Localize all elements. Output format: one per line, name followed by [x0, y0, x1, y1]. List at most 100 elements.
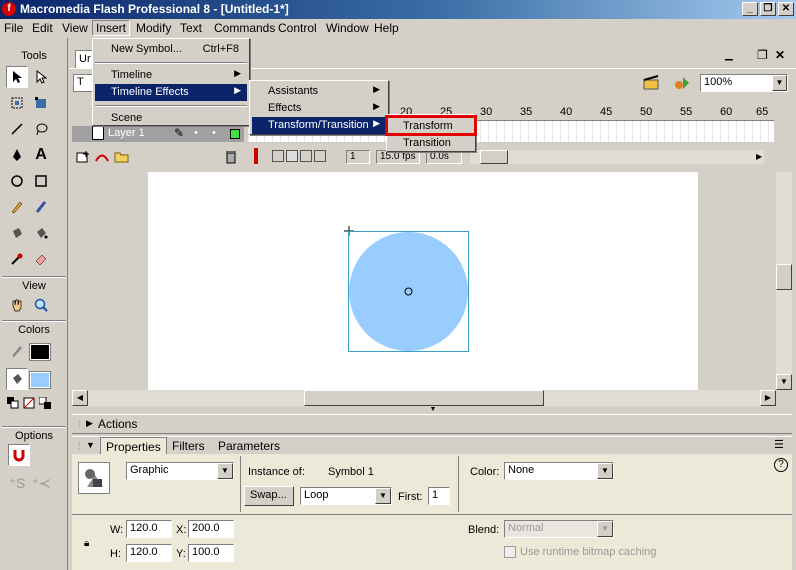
ink-bottle-tool-icon[interactable]: [6, 222, 28, 244]
lasso-tool-icon[interactable]: [30, 118, 52, 140]
collapse-arrow-icon[interactable]: ▼: [86, 440, 95, 450]
edit-multiple-frames-icon[interactable]: [314, 150, 326, 162]
fill-color-swatch[interactable]: [29, 371, 51, 389]
menu-item-effects[interactable]: Effects ▶: [252, 100, 386, 117]
center-frame-icon[interactable]: [272, 150, 284, 162]
add-motion-guide-icon[interactable]: [94, 150, 110, 164]
cache-checkbox[interactable]: [504, 546, 516, 558]
eraser-tool-icon[interactable]: [30, 248, 52, 270]
snap-to-objects-icon[interactable]: [8, 444, 30, 466]
smooth-icon[interactable]: ⁺S: [6, 472, 28, 494]
selected-symbol-instance[interactable]: [340, 224, 476, 358]
dropdown-arrow-icon[interactable]: ▼: [597, 521, 613, 537]
x-field[interactable]: 200.0: [188, 520, 234, 538]
add-layer-icon[interactable]: [76, 150, 90, 164]
stage-vscroll[interactable]: ▼: [776, 172, 792, 390]
line-tool-icon[interactable]: [6, 118, 28, 140]
menu-modify[interactable]: Modify: [136, 21, 171, 35]
frame-rate[interactable]: 15.0 fps: [376, 150, 420, 164]
menu-item-scene[interactable]: Scene: [95, 110, 247, 127]
actions-title[interactable]: Actions: [98, 417, 137, 431]
tab-parameters[interactable]: Parameters: [218, 439, 280, 453]
menu-edit[interactable]: Edit: [32, 21, 53, 35]
dropdown-arrow-icon[interactable]: ▼: [375, 488, 391, 504]
color-effect-select[interactable]: None ▼: [504, 462, 614, 480]
delete-layer-icon[interactable]: [224, 150, 238, 164]
flash-app-icon[interactable]: f: [2, 2, 16, 16]
doc-minimize-button[interactable]: ▁: [725, 50, 733, 61]
visibility-dot[interactable]: •: [194, 127, 198, 139]
stroke-color-swatch[interactable]: [29, 343, 51, 361]
menu-item-new-symbol[interactable]: New Symbol... Ctrl+F8: [95, 41, 247, 58]
menu-text[interactable]: Text: [180, 21, 202, 35]
menu-file[interactable]: File: [4, 21, 23, 35]
restore-button[interactable]: ❐: [760, 2, 776, 16]
stage-hscroll[interactable]: ◀ ▶: [72, 390, 776, 406]
menu-view[interactable]: View: [62, 21, 88, 35]
menu-item-timeline[interactable]: Timeline ▶: [95, 67, 247, 84]
playhead-marker[interactable]: [254, 148, 258, 164]
scroll-left-arrow-icon[interactable]: ◀: [72, 390, 88, 406]
tab-filters[interactable]: Filters: [172, 439, 205, 453]
oval-tool-icon[interactable]: [6, 170, 28, 192]
edit-symbols-icon[interactable]: [673, 75, 693, 91]
symbol-behavior-select[interactable]: Graphic ▼: [126, 462, 234, 480]
menu-help[interactable]: Help: [374, 21, 399, 35]
scroll-right-arrow-icon[interactable]: ▶: [760, 390, 776, 406]
scroll-right-arrow-icon[interactable]: ▶: [756, 152, 762, 161]
eyedropper-tool-icon[interactable]: [6, 248, 28, 270]
text-tool-icon[interactable]: A: [30, 144, 52, 166]
menu-control[interactable]: Control: [278, 21, 317, 35]
doc-restore-button[interactable]: ❐: [757, 48, 768, 62]
width-field[interactable]: 120.0: [126, 520, 172, 538]
subselection-tool-icon[interactable]: [30, 66, 52, 88]
straighten-icon[interactable]: ⁺≺: [30, 472, 52, 494]
scroll-down-arrow-icon[interactable]: ▼: [776, 374, 792, 390]
menu-item-assistants[interactable]: Assistants ▶: [252, 83, 386, 100]
loop-select[interactable]: Loop ▼: [300, 487, 392, 505]
edit-scene-icon[interactable]: [643, 75, 661, 91]
menu-insert[interactable]: Insert: [92, 20, 131, 36]
menu-item-transform-transition[interactable]: Transform/Transition ▶: [252, 117, 386, 134]
selection-tool-icon[interactable]: [6, 66, 28, 88]
menu-window[interactable]: Window: [326, 21, 369, 35]
zoom-dropdown-arrow-icon[interactable]: ▼: [772, 75, 787, 91]
swap-button[interactable]: Swap...: [244, 486, 294, 506]
circle-shape[interactable]: [349, 232, 468, 351]
menu-commands[interactable]: Commands: [214, 21, 275, 35]
menu-item-transition[interactable]: Transition: [389, 135, 473, 152]
timeline-hscroll[interactable]: ▶: [470, 150, 764, 164]
no-color-icon[interactable]: [22, 396, 36, 410]
close-button[interactable]: ✕: [778, 2, 794, 16]
lock-dot[interactable]: •: [212, 127, 216, 139]
zoom-tool-icon[interactable]: [30, 294, 52, 316]
panel-options-menu-icon[interactable]: ☰: [774, 438, 784, 451]
pencil-tool-icon[interactable]: [6, 196, 28, 218]
black-white-icon[interactable]: [6, 396, 20, 410]
brush-tool-icon[interactable]: [30, 196, 52, 218]
dropdown-arrow-icon[interactable]: ▼: [217, 463, 233, 479]
height-field[interactable]: 120.0: [126, 544, 172, 562]
dropdown-arrow-icon[interactable]: ▼: [597, 463, 613, 479]
y-field[interactable]: 100.0: [188, 544, 234, 562]
menu-item-timeline-effects[interactable]: Timeline Effects ▶: [95, 84, 247, 101]
free-transform-tool-icon[interactable]: [6, 92, 28, 114]
first-frame-field[interactable]: 1: [428, 487, 450, 505]
actions-panel-header[interactable]: ⁞ ▶ Actions: [72, 414, 792, 434]
layer-name[interactable]: Layer 1: [108, 127, 145, 139]
gripper-icon[interactable]: ⁞: [78, 419, 81, 429]
expand-arrow-icon[interactable]: ▶: [86, 418, 93, 429]
swap-colors-icon[interactable]: [38, 396, 52, 410]
scene-label[interactable]: T: [73, 74, 93, 92]
stage-vscroll-thumb[interactable]: [776, 264, 792, 290]
doc-close-button[interactable]: ✕: [775, 48, 785, 62]
minimize-button[interactable]: _: [742, 2, 758, 16]
stage-hscroll-thumb[interactable]: [304, 390, 544, 406]
hand-tool-icon[interactable]: [6, 294, 28, 316]
fill-transform-tool-icon[interactable]: [30, 92, 52, 114]
timeline-scroll-thumb[interactable]: [480, 150, 508, 164]
gripper-icon[interactable]: ⁞: [78, 441, 81, 451]
rectangle-tool-icon[interactable]: [30, 170, 52, 192]
layer-row[interactable]: Layer 1 ✎ • •: [72, 126, 244, 142]
paint-bucket-tool-icon[interactable]: [30, 222, 52, 244]
